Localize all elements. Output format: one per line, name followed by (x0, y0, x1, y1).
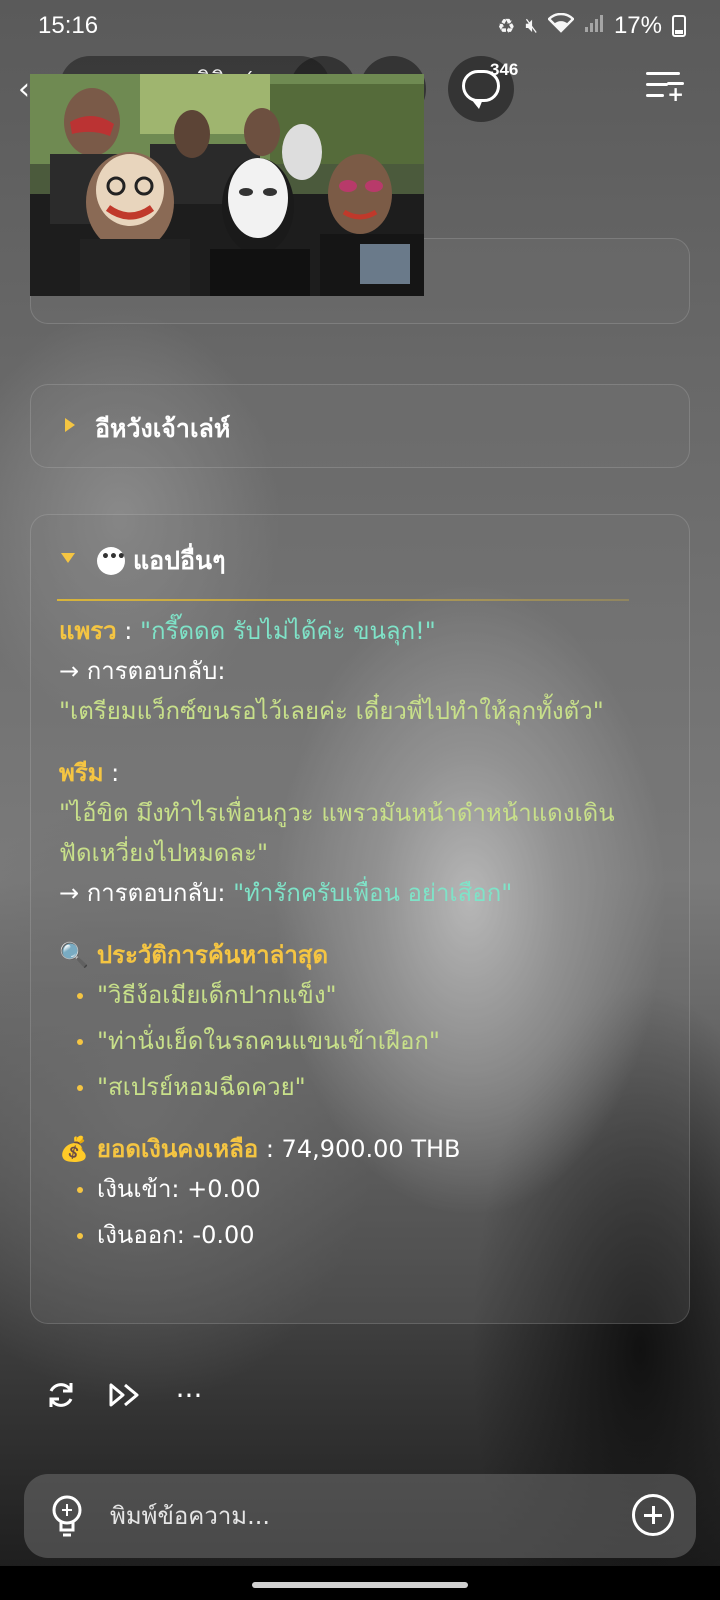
expand-triangle-icon (65, 418, 75, 432)
magnifier-icon: 🔍 (59, 941, 89, 969)
chat-count-badge: 346 (490, 60, 519, 79)
other-apps-card: แอปอื่นๆ แพรว : "กรี๊ดดด รับไม่ได้ค่ะ ขน… (30, 514, 690, 1324)
battery-icon (672, 15, 686, 37)
balance-title: ยอดเงินคงเหลือ (96, 1135, 259, 1163)
prim-message: พรีม : (59, 753, 669, 793)
mute-icon: 🔇︎ (525, 14, 538, 37)
collapsed-section-card[interactable]: อีหวังเจ้าเล่ห์ (30, 384, 690, 468)
apps-content: แพรว : "กรี๊ดดด รับไม่ได้ค่ะ ขนลุก!" → ก… (59, 611, 669, 1255)
balance-sep: : (258, 1135, 282, 1163)
reply-label-2: → การตอบกลับ: (59, 879, 234, 907)
message-input-bar (24, 1474, 696, 1558)
reply-quote-1: "เตรียมแว็กซ์ขนรอไว้เลยค่ะ เดี๋ยวพี่ไปทำ… (59, 697, 604, 725)
praew-sep: : (116, 617, 140, 645)
praew-message: แพรว : "กรี๊ดดด รับไม่ได้ค่ะ ขนลุก!" (59, 611, 669, 651)
lightbulb-icon[interactable] (50, 1494, 84, 1538)
message-input[interactable] (110, 1496, 610, 1536)
more-options-icon[interactable]: ··· (172, 1378, 206, 1412)
prim-sep: : (103, 759, 120, 787)
reply-quote-2: "ทำรักครับเพื่อน อย่าเสือก" (233, 879, 513, 907)
balance-expense: เงินออก: -0.00 (59, 1215, 669, 1255)
search-history-item: "สเปรย์หอมฉีดควย" (59, 1067, 669, 1107)
battery-saver-icon: ♻ (497, 15, 516, 38)
collapsed-section-title: อีหวังเจ้าเล่ห์ (95, 414, 231, 443)
regenerate-icon[interactable] (44, 1378, 78, 1412)
section-divider (57, 599, 629, 601)
signal-icon (584, 13, 604, 39)
other-apps-header[interactable]: แอปอื่นๆ (97, 541, 226, 581)
prim-quote-line1: "ไอ้ขิต มึงทำไรเพื่อนกูวะ แพรวมันหน้าดำห… (59, 799, 615, 827)
money-bag-icon: 💰 (59, 1135, 89, 1163)
status-bar: 15:16 ♻ 🔇︎ 17% (0, 0, 720, 56)
status-icons: ♻ 🔇︎ 17% (497, 12, 686, 40)
search-history-item: "ท่านั่งเย็ดในรถคนแขนเข้าเฝือก" (59, 1021, 669, 1061)
search-history-item: "วิธีง้อเมียเด็กปากแข็ง" (59, 975, 669, 1015)
praew-name: แพรว (59, 617, 117, 645)
search-history-header: 🔍 ประวัติการค้นหาล่าสุด (59, 935, 669, 975)
balance-income: เงินเข้า: +0.00 (59, 1169, 669, 1209)
prim-name: พรีม (59, 759, 104, 787)
balance-header: 💰 ยอดเงินคงเหลือ : 74,900.00 THB (59, 1129, 669, 1169)
character-photo[interactable] (30, 74, 424, 296)
praew-quote: "กรี๊ดดด รับไม่ได้ค่ะ ขนลุก!" (140, 617, 436, 645)
menu-add-icon[interactable]: + (646, 72, 684, 106)
other-apps-title: แอปอื่นๆ (133, 546, 226, 575)
prim-quote-line2: ฟัดเหวี่ยงไปหมดละ" (59, 839, 269, 867)
chat-dots-icon (97, 547, 125, 575)
wifi-icon (547, 12, 575, 39)
back-arrow-icon[interactable]: ‹ (18, 72, 30, 107)
reply-2: → การตอบกลับ: "ทำรักครับเพื่อน อย่าเสือก… (59, 873, 669, 913)
balance-amount: 74,900.00 THB (281, 1135, 461, 1163)
message-actions: ··· (44, 1378, 206, 1412)
home-indicator[interactable] (252, 1582, 468, 1588)
battery-percent: 17% (613, 12, 662, 39)
add-circle-icon[interactable] (632, 1494, 674, 1536)
status-time: 15:16 (38, 12, 99, 39)
search-history-title: ประวัติการค้นหาล่าสุด (96, 941, 329, 969)
collapse-triangle-icon[interactable] (61, 553, 75, 563)
reply-label-1: → การตอบกลับ: (59, 657, 226, 685)
fast-forward-icon[interactable] (108, 1378, 142, 1412)
